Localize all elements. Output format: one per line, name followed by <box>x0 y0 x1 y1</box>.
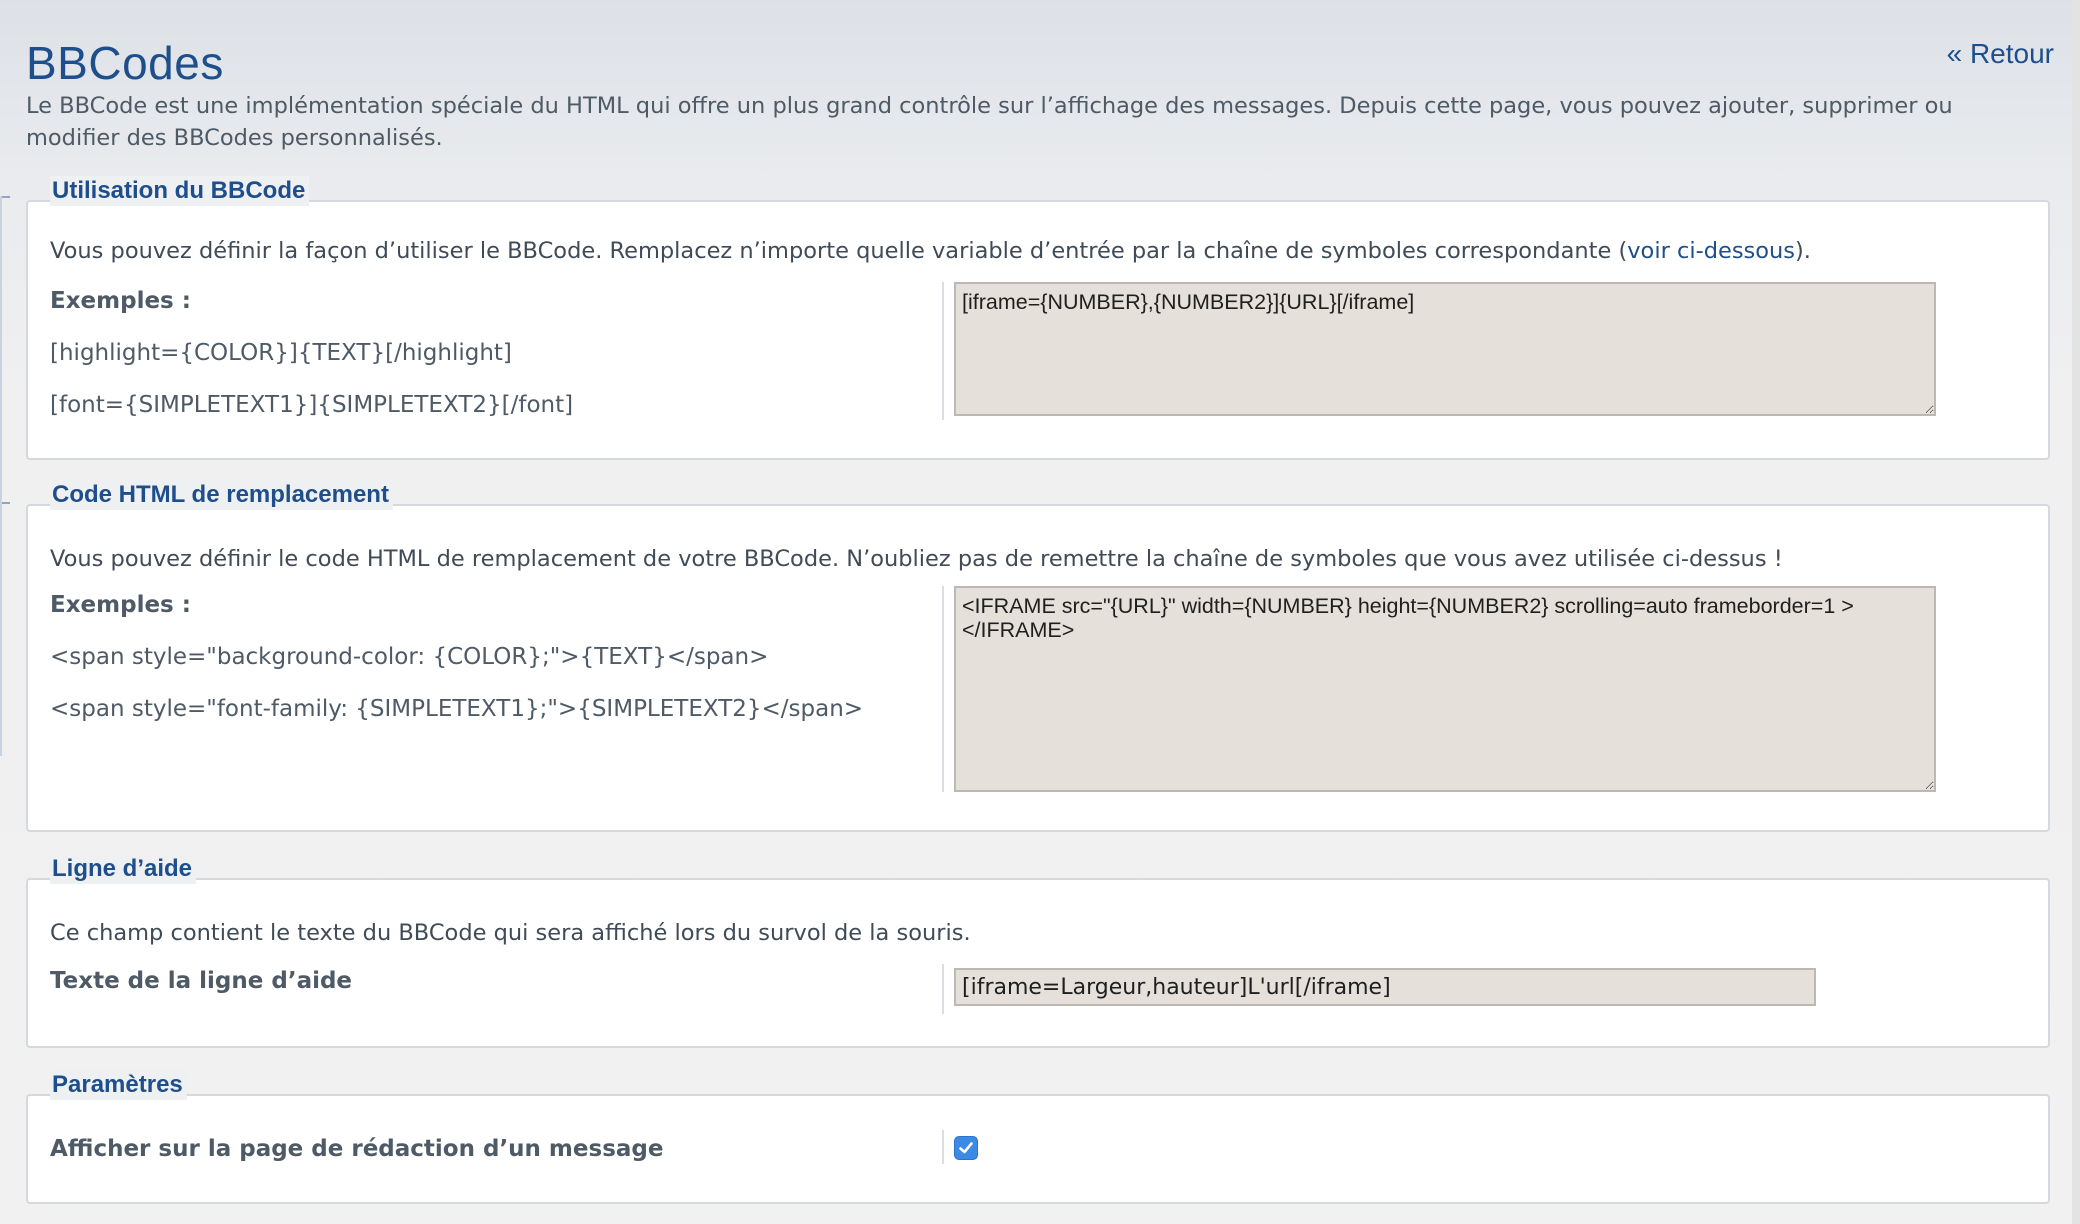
fieldset-bbcode-usage: Utilisation du BBCode Vous pouvez défini… <box>26 176 2050 460</box>
see-below-link[interactable]: voir ci-dessous <box>1627 238 1795 264</box>
legend-bbcode-usage: Utilisation du BBCode <box>50 176 310 206</box>
fieldset-settings: Paramètres Afficher sur la page de rédac… <box>26 1070 2050 1204</box>
bbcode-usage-description: Vous pouvez définir la façon d’utiliser … <box>50 238 1811 264</box>
page-intro: Le BBCode est une implémentation spécial… <box>26 93 1953 151</box>
legend-settings: Paramètres <box>50 1070 187 1100</box>
legend-help-line: Ligne d’aide <box>50 854 197 884</box>
description-text-end: ). <box>1795 238 1811 264</box>
column-divider <box>942 586 944 792</box>
help-line-description: Ce champ contient le texte du BBCode qui… <box>50 920 971 946</box>
help-line-field-label: Texte de la ligne d’aide <box>50 968 353 994</box>
html-replacement-description: Vous pouvez définir le code HTML de remp… <box>50 546 1783 572</box>
left-edge-tick <box>2 196 10 198</box>
help-line-input[interactable] <box>954 968 1816 1006</box>
fieldset-html-replacement: Code HTML de remplacement Vous pouvez dé… <box>26 480 2050 832</box>
legend-html-replacement: Code HTML de remplacement <box>50 480 393 510</box>
example-item: [font={SIMPLETEXT1}]{SIMPLETEXT2}[/font] <box>50 392 574 418</box>
example-item: [highlight={COLOR}]{TEXT}[/highlight] <box>50 340 512 366</box>
fieldset-help-line: Ligne d’aide Ce champ contient le texte … <box>26 854 2050 1048</box>
column-divider <box>942 964 944 1014</box>
bbcode-usage-textarea[interactable]: [iframe={NUMBER},{NUMBER2}]{URL}[/iframe… <box>954 282 1936 416</box>
display-on-post-checkbox[interactable] <box>954 1136 978 1160</box>
display-on-post-label: Afficher sur la page de rédaction d’un m… <box>50 1136 664 1162</box>
checkmark-icon <box>959 1142 973 1154</box>
example-item: <span style="background-color: {COLOR};"… <box>50 644 769 670</box>
html-replacement-textarea[interactable]: <IFRAME src="{URL}" width={NUMBER} heigh… <box>954 586 1936 792</box>
page-title: BBCodes <box>26 37 224 89</box>
left-edge-border <box>0 196 10 756</box>
acp-bbcode-page: BBCodes « Retour Le BBCode est une implé… <box>0 0 2080 1224</box>
example-item: <span style="font-family: {SIMPLETEXT1};… <box>50 696 864 722</box>
examples-label: Exemples : <box>50 288 191 314</box>
back-link[interactable]: « Retour <box>1947 38 2054 70</box>
left-edge-tick <box>2 502 10 504</box>
column-divider <box>942 282 944 420</box>
description-text: Vous pouvez définir la façon d’utiliser … <box>50 238 1628 264</box>
examples-label: Exemples : <box>50 592 191 618</box>
scrollbar-track[interactable] <box>2072 0 2080 1224</box>
column-divider <box>942 1130 944 1164</box>
